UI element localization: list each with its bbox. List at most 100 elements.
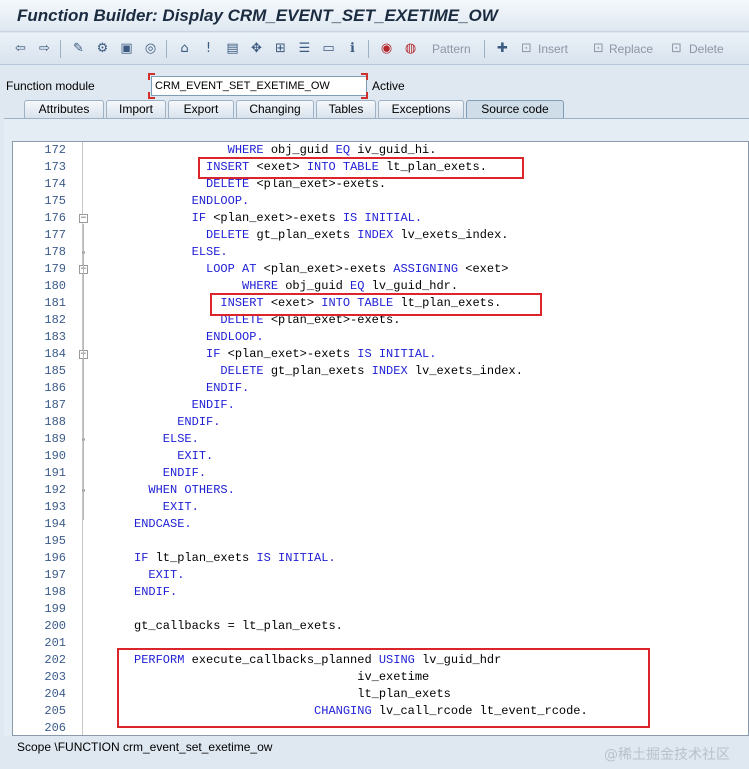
code-line[interactable]: 178 ELSE. [13, 244, 748, 261]
code-line[interactable]: 188 ENDIF. [13, 414, 748, 431]
test-icon[interactable]: ▭ [320, 40, 337, 57]
tab-source-code[interactable]: Source code [466, 100, 564, 119]
text-token: obj_guid [270, 143, 336, 157]
code-line[interactable]: 198 ENDIF. [13, 584, 748, 601]
where-used-icon[interactable]: ⌂ [176, 40, 193, 57]
check-icon[interactable]: ◎ [142, 40, 159, 57]
keyword-token: EQ [350, 279, 372, 293]
code-line[interactable]: 175 ENDLOOP. [13, 193, 748, 210]
text-token: <plan_exet>-exets [263, 262, 394, 276]
enhance-icon[interactable]: ✥ [248, 40, 265, 57]
line-number: 178 [44, 245, 66, 259]
replace-button[interactable]: Replace [609, 42, 653, 56]
back-arrow-icon[interactable]: ⇦ [12, 40, 29, 57]
line-number: 180 [44, 279, 66, 293]
info-icon[interactable]: ℹ [344, 40, 361, 57]
keyword-token: IS INITIAL. [256, 551, 336, 565]
code-line[interactable]: 186 ENDIF. [13, 380, 748, 397]
forward-arrow-icon[interactable]: ⇨ [36, 40, 53, 57]
code-line[interactable]: 185 DELETE gt_plan_exets INDEX lv_exets_… [13, 363, 748, 380]
tab-import[interactable]: Import [106, 100, 166, 119]
line-number: 194 [44, 517, 66, 531]
function-module-row: Function module CRM_EVENT_SET_EXETIME_OW… [0, 72, 749, 99]
keyword-token: EQ [335, 143, 358, 157]
code-line[interactable]: 197 EXIT. [13, 567, 748, 584]
line-number: 181 [44, 296, 66, 310]
line-number: 192 [44, 483, 66, 497]
code-line[interactable]: 176 − IF <plan_exet>-exets IS INITIAL. [13, 210, 748, 227]
code-line[interactable]: 192 WHEN OTHERS. [13, 482, 748, 499]
tab-export[interactable]: Export [168, 100, 234, 119]
code-text: EXIT. [98, 567, 184, 584]
code-line[interactable]: 179− LOOP AT <plan_exet>-exets ASSIGNING… [13, 261, 748, 278]
keyword-token: ELSE. [98, 245, 228, 259]
tab-attributes[interactable]: Attributes [24, 100, 104, 119]
window-title: Function Builder: Display CRM_EVENT_SET_… [17, 6, 498, 25]
code-line[interactable]: 184− IF <plan_exet>-exets IS INITIAL. [13, 346, 748, 363]
delete-button[interactable]: Delete [689, 42, 724, 56]
code-line[interactable]: 200 gt_callbacks = lt_plan_exets. [13, 618, 748, 635]
line-number: 188 [44, 415, 66, 429]
function-module-label: Function module [6, 79, 95, 93]
highlight-box [117, 648, 650, 728]
object-list-icon[interactable]: ! [200, 40, 217, 57]
line-number: 201 [44, 636, 66, 650]
code-line[interactable]: 183 ENDLOOP. [13, 329, 748, 346]
line-number: 172 [44, 143, 66, 157]
keyword-token: EXIT. [98, 449, 214, 463]
keyword-token: ENDIF. [98, 381, 250, 395]
line-number: 176 [44, 211, 66, 225]
delete-icon: ⊡ [671, 41, 682, 56]
tree-icon[interactable]: ⊞ [272, 40, 289, 57]
activate-icon[interactable]: ▣ [118, 40, 135, 57]
code-text: DELETE gt_plan_exets INDEX lv_exets_inde… [98, 227, 509, 244]
display-object-list-icon[interactable]: ☰ [296, 40, 313, 57]
code-text: ENDIF. [98, 584, 177, 601]
replace-icon: ⊡ [593, 41, 604, 56]
code-text: EXIT. [98, 499, 199, 516]
keyword-token: INDEX [357, 228, 401, 242]
keyword-token: DELETE [98, 364, 271, 378]
pattern-button[interactable]: Pattern [432, 42, 471, 56]
tab-tables[interactable]: Tables [316, 100, 376, 119]
code-line[interactable]: 193 EXIT. [13, 499, 748, 516]
edit-toggle-icon[interactable]: ✎ [70, 40, 87, 57]
code-line[interactable]: 187 ENDIF. [13, 397, 748, 414]
highlight-box [210, 293, 542, 316]
fold-toggle-icon[interactable]: − [79, 214, 88, 223]
code-text: ENDIF. [98, 397, 235, 414]
tab-exceptions[interactable]: Exceptions [378, 100, 464, 119]
insert-button[interactable]: Insert [538, 42, 568, 56]
line-number: 183 [44, 330, 66, 344]
code-line[interactable]: 196 IF lt_plan_exets IS INITIAL. [13, 550, 748, 567]
text-token: gt_callbacks = lt_plan_exets. [98, 619, 343, 633]
pretty-printer-icon[interactable]: ◉ [378, 40, 395, 57]
function-module-field[interactable]: CRM_EVENT_SET_EXETIME_OW [151, 76, 367, 96]
code-line[interactable]: 190 EXIT. [13, 448, 748, 465]
line-number: 189 [44, 432, 66, 446]
line-number: 184 [44, 347, 66, 361]
text-token: iv_guid_hi. [357, 143, 437, 157]
text-token: lt_plan_exets [155, 551, 257, 565]
other-object-icon[interactable]: ⚙ [94, 40, 111, 57]
code-line[interactable]: 191 ENDIF. [13, 465, 748, 482]
fold-guide [83, 275, 84, 435]
code-line[interactable]: 195 [13, 533, 748, 550]
keyword-token: ENDIF. [98, 585, 178, 599]
code-line[interactable]: 189 ELSE. [13, 431, 748, 448]
code-line[interactable]: 177 DELETE gt_plan_exets INDEX lv_exets_… [13, 227, 748, 244]
line-number: 193 [44, 500, 66, 514]
tab-changing[interactable]: Changing [236, 100, 314, 119]
abap-editor[interactable]: 172 WHERE obj_guid EQ iv_guid_hi. 173 INS… [12, 141, 749, 736]
line-number: 173 [44, 160, 66, 174]
code-line[interactable]: 199 [13, 601, 748, 618]
keyword-token: IS INITIAL. [357, 347, 437, 361]
text-token: <plan_exet>-exets [213, 211, 343, 225]
insert-pattern-icon[interactable]: ✚ [494, 40, 511, 57]
line-number: 198 [44, 585, 66, 599]
help-icon[interactable]: ◍ [402, 40, 419, 57]
keyword-token: IF [98, 551, 156, 565]
navigation-window-icon[interactable]: ▤ [224, 40, 241, 57]
code-line[interactable]: 194 ENDCASE. [13, 516, 748, 533]
code-text: IF lt_plan_exets IS INITIAL. [98, 550, 336, 567]
